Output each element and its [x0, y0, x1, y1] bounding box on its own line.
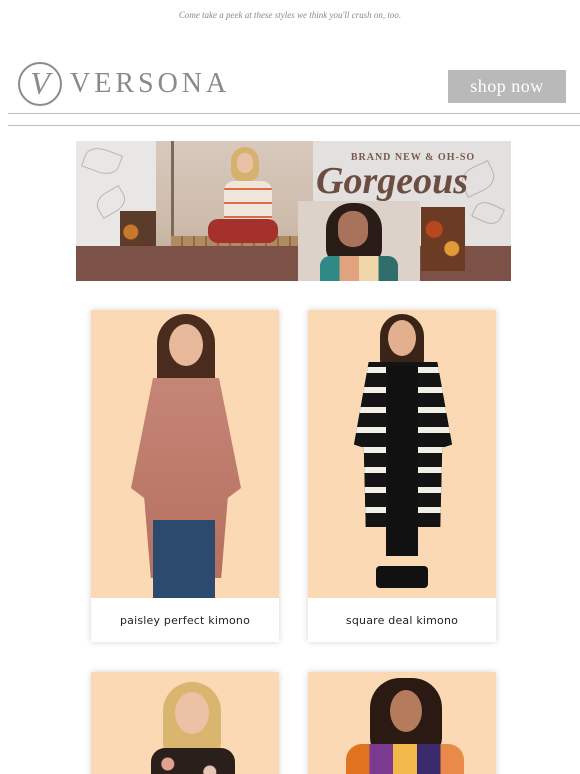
model-face [388, 320, 416, 356]
autumn-leaves-right [421, 207, 465, 271]
model-one-face [237, 153, 253, 173]
model-one-pants [208, 219, 278, 243]
model-jeans [153, 520, 215, 598]
model-one-sweater [224, 181, 272, 221]
product-card[interactable] [308, 672, 496, 774]
product-card[interactable]: paisley perfect kimono [91, 310, 279, 642]
header: V VERSONA shop now [18, 62, 568, 108]
divider-top [8, 113, 580, 114]
product-card[interactable] [91, 672, 279, 774]
model-heels [376, 566, 428, 588]
hero-banner[interactable]: BRAND NEW & OH-SO Gorgeous [76, 141, 511, 281]
product-photo [308, 310, 496, 598]
banner-headline: Gorgeous [316, 160, 469, 202]
product-name[interactable]: paisley perfect kimono [91, 598, 279, 642]
logo-letter: V [30, 65, 50, 101]
product-photo [91, 672, 279, 774]
model-black-outfit [386, 366, 418, 556]
shop-now-button[interactable]: shop now [448, 70, 566, 103]
product-card[interactable]: square deal kimono [308, 310, 496, 642]
logo-monogram-icon: V [18, 62, 62, 106]
model-floral-top [151, 748, 235, 774]
preheader-text: Come take a peek at these styles we thin… [178, 10, 402, 20]
product-photo [91, 310, 279, 598]
logo-wordmark: VERSONA [70, 68, 231, 99]
model-two-top [320, 256, 398, 281]
model-two-face [338, 211, 368, 247]
model-face [390, 690, 422, 732]
model-face [169, 324, 203, 366]
product-photo [308, 672, 496, 774]
model-face [175, 692, 209, 734]
product-name[interactable]: square deal kimono [308, 598, 496, 642]
versona-logo[interactable]: V VERSONA [18, 62, 230, 106]
model-print-top [346, 744, 464, 774]
divider-bottom [8, 125, 580, 126]
